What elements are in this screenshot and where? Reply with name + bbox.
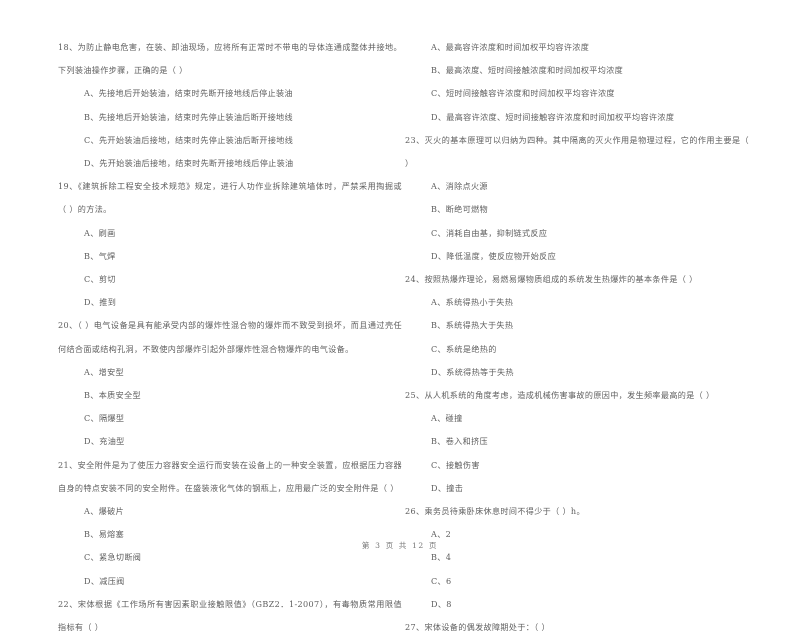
question-18-option-a[interactable]: A、先接地后开始装油，结束时先断开接地线后停止装油 <box>58 82 402 105</box>
question-21-stem: 21、安全附件是为了使压力容器安全运行而安装在设备上的一种安全装置，应根据压力容… <box>58 459 402 493</box>
page-footer: 第 3 页 共 12 页 <box>361 541 439 550</box>
question-19-stem: 19、《建筑拆除工程安全技术规范》规定，进行人功作业拆除建筑墙体时，严禁采用掏掘… <box>58 181 402 215</box>
question-22-option-a[interactable]: A、最高容许浓度和时间加权平均容许浓度 <box>405 36 749 59</box>
question-18-stem: 18、为防止静电危害，在装、卸油现场，应将所有正常时不带电的导体连通成整体并接地… <box>58 42 402 76</box>
question-24-stem: 24、按照热爆炸理论，易燃易爆物质组成的系统发生热爆炸的基本条件是（ ） <box>405 274 698 285</box>
question-24: 24、按照热爆炸理论，易燃易爆物质组成的系统发生热爆炸的基本条件是（ ） A、系… <box>405 268 749 384</box>
question-25-option-c[interactable]: C、接触伤害 <box>405 454 749 477</box>
question-20-option-c[interactable]: C、隔爆型 <box>58 407 402 430</box>
question-22-options: A、最高容许浓度和时间加权平均容许浓度 B、最高浓度、短时间接触浓度和时间加权平… <box>405 36 749 129</box>
question-24-option-d[interactable]: D、系统得热等于失热 <box>405 361 749 384</box>
question-25: 25、从人机系统的角度考虑，造成机械伤害事故的原因中，发生频率最高的是（ ） A… <box>405 384 749 500</box>
question-20-option-d[interactable]: D、充油型 <box>58 430 402 453</box>
question-19-option-a[interactable]: A、刷画 <box>58 222 402 245</box>
question-25-option-a[interactable]: A、碰撞 <box>405 407 749 430</box>
question-18: 18、为防止静电危害，在装、卸油现场，应将所有正常时不带电的导体连通成整体并接地… <box>58 36 402 175</box>
question-23-stem: 23、灭火的基本原理可以归纳为四种。其中隔离的灭火作用是物理过程，它的作用主要是… <box>405 134 749 169</box>
question-27-stem: 27、宋体设备的偶发故障期处于：（ ） <box>405 622 550 633</box>
question-24-option-b[interactable]: B、系统得热大于失热 <box>405 314 749 337</box>
question-20-option-b[interactable]: B、本质安全型 <box>58 384 402 407</box>
question-21-option-a[interactable]: A、爆破片 <box>58 500 402 523</box>
question-19-option-d[interactable]: D、推到 <box>58 291 402 314</box>
question-22-option-d[interactable]: D、最高容许浓度、短时间接触容许浓度和时间加权平均容许浓度 <box>405 106 749 129</box>
exam-page: 18、为防止静电危害，在装、卸油现场，应将所有正常时不带电的导体连通成整体并接地… <box>0 0 800 632</box>
question-21: 21、安全附件是为了使压力容器安全运行而安装在设备上的一种安全装置，应根据压力容… <box>58 454 402 593</box>
question-23-option-c[interactable]: C、消耗自由基，抑制链式反应 <box>405 222 749 245</box>
question-24-option-c[interactable]: C、系统是绝热的 <box>405 338 749 361</box>
question-18-option-b[interactable]: B、先接地后开始装油，结束时先停止装油后断开接地线 <box>58 106 402 129</box>
question-25-stem: 25、从人机系统的角度考虑，造成机械伤害事故的原因中，发生频率最高的是（ ） <box>405 390 715 401</box>
question-26-option-c[interactable]: C、6 <box>405 570 749 593</box>
question-22-option-c[interactable]: C、短时间接触容许浓度和时间加权平均容许浓度 <box>405 82 749 105</box>
question-24-option-a[interactable]: A、系统得热小于失热 <box>405 291 749 314</box>
question-19-option-c[interactable]: C、剪切 <box>58 268 402 291</box>
question-20-option-a[interactable]: A、增安型 <box>58 361 402 384</box>
question-20-stem: 20、（ ）电气设备是具有能承受内部的爆炸性混合物的爆炸而不致受到损坏，而且通过… <box>58 320 402 354</box>
question-26: 26、乘务员待乘卧床休息时间不得少于（ ）h。 A、2 B、4 C、6 D、8 <box>405 500 749 616</box>
question-26-option-d[interactable]: D、8 <box>405 593 749 616</box>
question-23-option-d[interactable]: D、降低温度，使反应物开始反应 <box>405 245 749 268</box>
question-21-option-d[interactable]: D、减压阀 <box>58 570 402 593</box>
question-27: 27、宋体设备的偶发故障期处于：（ ） <box>405 616 749 639</box>
question-23: 23、灭火的基本原理可以归纳为四种。其中隔离的灭火作用是物理过程，它的作用主要是… <box>405 129 749 268</box>
question-22-option-b[interactable]: B、最高浓度、短时间接触浓度和时间加权平均浓度 <box>405 59 749 82</box>
question-23-option-b[interactable]: B、断绝可燃物 <box>405 198 749 221</box>
question-22: 22、宋体根据《工作场所有害因素职业接触限值》（GBZ2．1-2007），有毒物… <box>58 593 402 639</box>
question-18-option-c[interactable]: C、先开始装油后接地，结束时先停止装油后断开接地线 <box>58 129 402 152</box>
question-18-option-d[interactable]: D、先开始装油后接地，结束时先断开接地线后停止装油 <box>58 152 402 175</box>
question-25-option-b[interactable]: B、卷入和挤压 <box>405 430 749 453</box>
question-19: 19、《建筑拆除工程安全技术规范》规定，进行人功作业拆除建筑墙体时，严禁采用掏掘… <box>58 175 402 314</box>
question-19-option-b[interactable]: B、气焊 <box>58 245 402 268</box>
question-26-stem: 26、乘务员待乘卧床休息时间不得少于（ ）h。 <box>405 506 585 517</box>
question-20: 20、（ ）电气设备是具有能承受内部的爆炸性混合物的爆炸而不致受到损坏，而且通过… <box>58 314 402 453</box>
question-25-option-d[interactable]: D、撞击 <box>405 477 749 500</box>
question-22-stem: 22、宋体根据《工作场所有害因素职业接触限值》（GBZ2．1-2007），有毒物… <box>58 598 402 633</box>
question-23-option-a[interactable]: A、消除点火源 <box>405 175 749 198</box>
